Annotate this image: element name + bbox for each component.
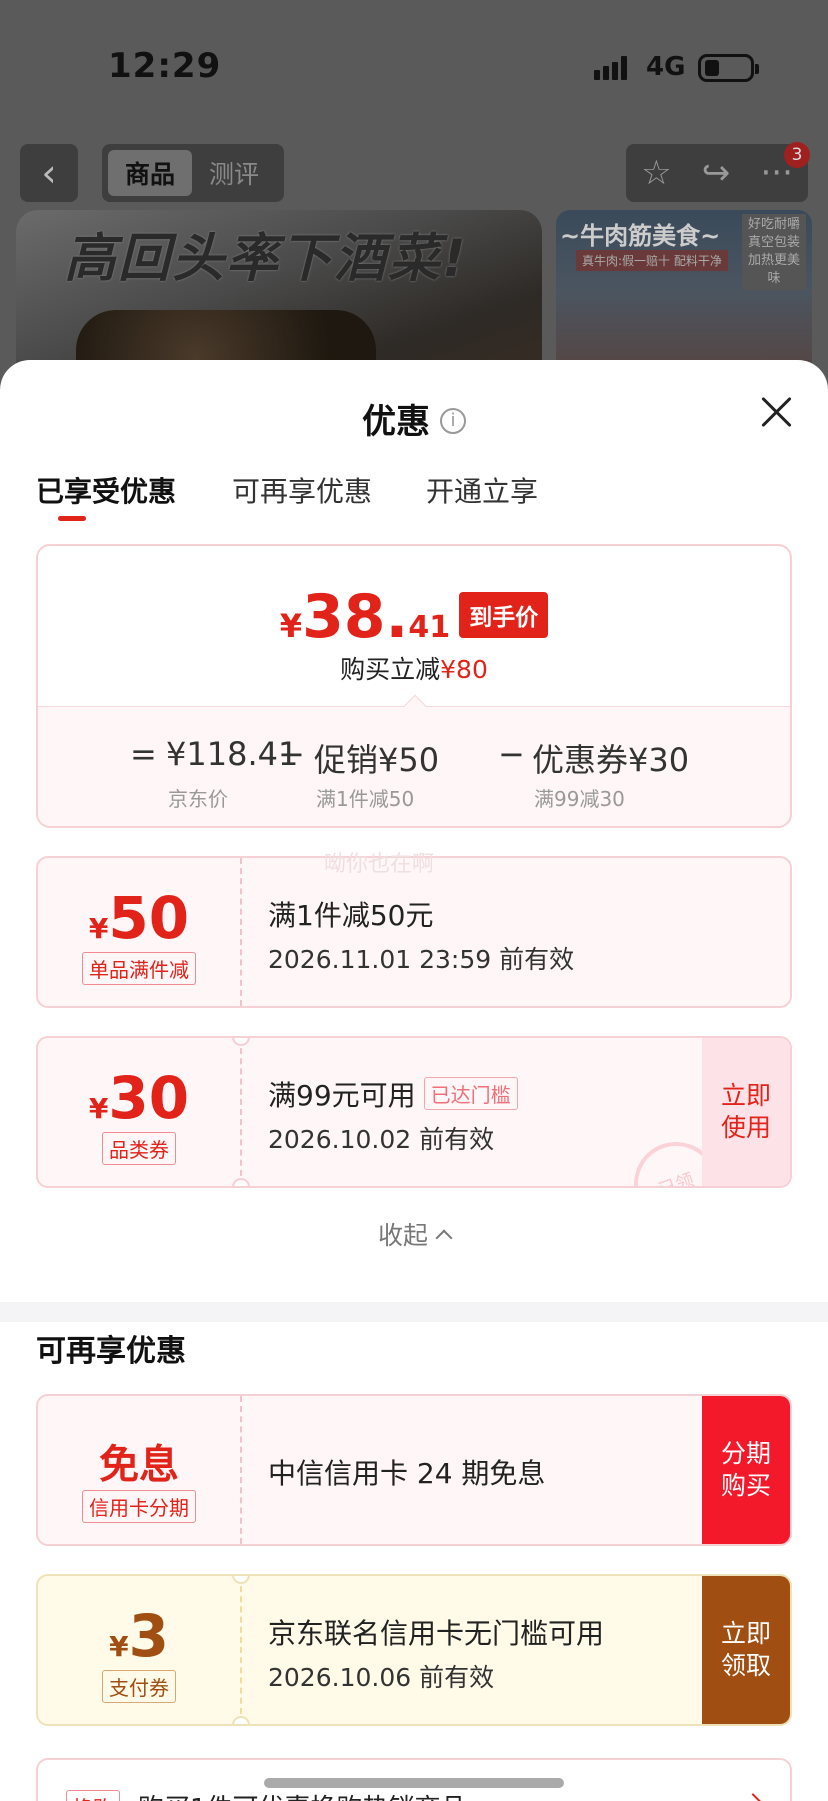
- banner-main-title: 高回头率下酒菜!: [64, 229, 468, 289]
- installment-buy-label: 分期 购买: [720, 1439, 771, 1500]
- active-tab-indicator: [58, 516, 86, 521]
- tab-more-available[interactable]: 可再享优惠: [232, 470, 372, 510]
- coupon-left: 免息 信用卡分期: [38, 1396, 240, 1544]
- coupon-currency: ¥: [109, 1630, 129, 1663]
- banner-side-subtitle: 真牛肉:假一赔十 配料干净: [576, 250, 728, 271]
- coupon-amount-value: 30: [108, 1064, 190, 1132]
- coupon-currency: ¥: [88, 1092, 109, 1125]
- coupon-type-tag: 支付券: [102, 1670, 176, 1703]
- network-type: 4G: [646, 52, 686, 82]
- coupon-title-row: 满99元可用 已达门槛: [268, 1074, 518, 1114]
- nav-actions: ☆ ↪ ···: [626, 144, 808, 202]
- price-decimal: 41: [408, 610, 451, 645]
- installment-card: 免息 信用卡分期 中信信用卡 24 期免息 分期 购买: [36, 1394, 792, 1546]
- discount-sheet: 优惠 i 已享受优惠 可再享优惠 开通立享 ¥38.41 到手价 购买立减¥80 …: [0, 360, 828, 1801]
- sheet-title-row: 优惠 i: [0, 394, 828, 443]
- coupon-notch: [232, 1716, 250, 1724]
- banner-side-title: ~牛肉筋美食~: [560, 222, 721, 250]
- coupon-card-item-discount: ¥50 单品满件减 满1件减50元 2026.11.01 23:59 前有效: [36, 856, 792, 1008]
- coupon-card-category: ¥30 品类券 满99元可用 已达门槛 2026.10.02 前有效 已领 立即 …: [36, 1036, 792, 1188]
- coupon-expiry: 2026.10.02 前有效: [268, 1125, 495, 1154]
- product-page-background: 高回头率下酒菜! ~牛肉筋美食~ 真牛肉:假一赔十 配料干净 好吃耐嚼 真空包装…: [0, 0, 828, 400]
- promo-label: 满1件减50: [316, 787, 415, 811]
- interest-free-label: 免息: [99, 1442, 179, 1488]
- final-price: ¥38.41 到手价: [38, 582, 790, 652]
- price-breakdown: = ¥118.41 京东价 − 促销¥50 满1件减50 − 优惠券¥30 满9…: [38, 706, 790, 826]
- coupon-amount: 优惠券¥30: [532, 741, 690, 779]
- battery-icon: [698, 54, 759, 82]
- collapse-button[interactable]: 收起: [0, 1216, 828, 1252]
- coupon-amount-value: 3: [128, 1602, 169, 1670]
- instant-discount-amount: ¥80: [440, 655, 488, 684]
- coupon-title: 满99元可用: [268, 1079, 416, 1112]
- coupon-amount-value: 50: [108, 884, 190, 952]
- threshold-reached-tag: 已达门槛: [423, 1077, 518, 1110]
- home-indicator[interactable]: [264, 1778, 564, 1788]
- coupon-currency: ¥: [88, 912, 109, 945]
- coupon-left: ¥50 单品满件减: [38, 858, 240, 1006]
- claim-now-button[interactable]: 立即 领取: [702, 1576, 790, 1724]
- coupon-type-tag: 单品满件减: [82, 952, 196, 985]
- sheet-title: 优惠: [362, 402, 430, 442]
- use-now-button[interactable]: 立即 使用: [702, 1038, 790, 1186]
- coupon-left: ¥30 品类券: [38, 1038, 240, 1186]
- minus-sign: −: [278, 735, 305, 773]
- more-discounts-title: 可再享优惠: [36, 1334, 186, 1369]
- coupon-left: ¥3 支付券: [38, 1576, 240, 1724]
- promo-amount: 促销¥50: [314, 741, 440, 779]
- watermark-text: 呦你也在啊: [324, 852, 435, 877]
- banner-side-tag: 好吃耐嚼 真空包装 加热更美味: [742, 214, 806, 290]
- swap-text: 购买1件可优惠换购热销商品: [138, 1788, 467, 1801]
- star-icon[interactable]: ☆: [641, 153, 671, 193]
- status-time: 12:29: [108, 46, 222, 86]
- signal-icon: [594, 56, 634, 80]
- coupon-divider: [240, 1576, 242, 1724]
- swap-tag: 换购: [66, 1790, 120, 1801]
- pay-coupon-card: ¥3 支付券 京东联名信用卡无门槛可用 2026.10.06 前有效 立即 领取: [36, 1574, 792, 1726]
- tab-activate[interactable]: 开通立享: [426, 470, 538, 510]
- coupon-value: ¥3: [38, 1602, 240, 1670]
- installment-title: 中信信用卡 24 期免息: [268, 1457, 546, 1490]
- claim-now-label: 立即 领取: [720, 1619, 771, 1680]
- minus-sign-2: −: [498, 735, 525, 773]
- instant-discount: 购买立减¥80: [38, 650, 790, 686]
- coupon-type-tag: 信用卡分期: [82, 1490, 196, 1523]
- coupon-value: ¥50: [38, 884, 240, 952]
- instant-discount-label: 购买立减: [340, 655, 441, 684]
- message-count-badge: 3: [784, 142, 810, 168]
- chevron-up-icon: [435, 1229, 453, 1247]
- coupon-title: 满1件减50元: [268, 899, 434, 932]
- status-bar: 12:29 4G: [0, 0, 828, 130]
- share-icon[interactable]: ↪: [702, 153, 731, 193]
- pay-coupon-expiry: 2026.10.06 前有效: [268, 1663, 495, 1692]
- info-icon[interactable]: i: [440, 407, 466, 434]
- currency-symbol: ¥: [279, 607, 303, 645]
- coupon-divider: [240, 1396, 242, 1544]
- coupon-value: ¥30: [38, 1064, 240, 1132]
- pay-coupon-title: 京东联名信用卡无门槛可用: [268, 1617, 605, 1650]
- section-divider: [0, 1302, 828, 1322]
- coupon-type-tag: 品类券: [102, 1132, 176, 1165]
- coupon-divider: [240, 1038, 242, 1186]
- equals-sign: =: [130, 735, 157, 773]
- close-icon[interactable]: [756, 392, 796, 432]
- use-now-label: 立即 使用: [720, 1081, 771, 1142]
- coupon-notch: [232, 1178, 250, 1186]
- price-summary-card: ¥38.41 到手价 购买立减¥80 = ¥118.41 京东价 − 促销¥50…: [36, 544, 792, 828]
- coupon-divider: [240, 858, 242, 1006]
- chevron-right-icon: [743, 1793, 763, 1801]
- price-integer: 38.: [302, 582, 409, 652]
- tab-review[interactable]: 测评: [192, 150, 276, 196]
- jd-price-label: 京东价: [168, 787, 228, 811]
- final-price-badge: 到手价: [459, 592, 549, 638]
- tab-goods[interactable]: 商品: [108, 150, 192, 196]
- tab-enjoyed[interactable]: 已享受优惠: [36, 470, 176, 510]
- coupon-expiry: 2026.11.01 23:59 前有效: [268, 945, 575, 974]
- back-button[interactable]: ‹: [20, 144, 78, 202]
- coupon-label: 满99减30: [534, 787, 625, 811]
- chevron-left-icon: ‹: [41, 151, 57, 195]
- product-tab-switch: 商品 测评: [102, 144, 284, 202]
- collapse-label: 收起: [377, 1221, 428, 1250]
- installment-buy-button[interactable]: 分期 购买: [702, 1396, 790, 1544]
